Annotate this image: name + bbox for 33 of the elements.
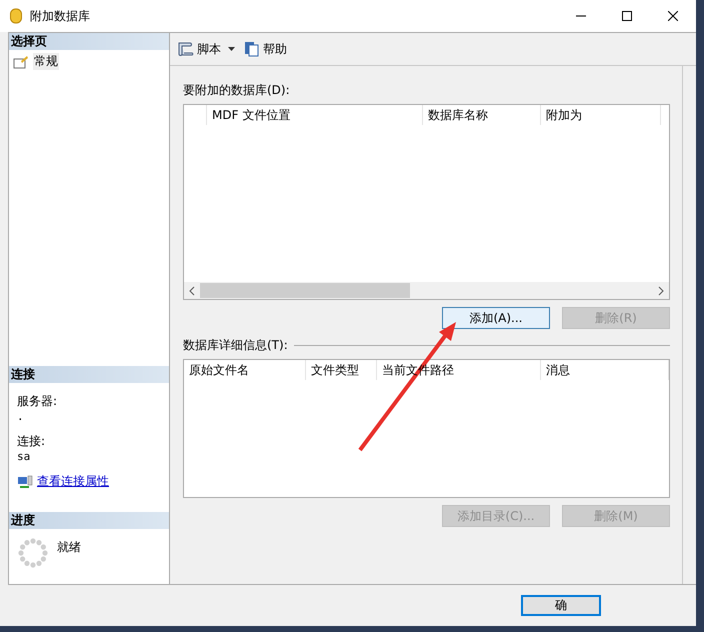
ok-button[interactable]: 确	[521, 595, 601, 616]
column-header[interactable]: 数据库名称	[423, 105, 541, 125]
scroll-icon	[176, 41, 194, 57]
page-item[interactable]: 常规	[33, 53, 59, 70]
spinner-icon	[17, 537, 49, 569]
maximize-icon[interactable]	[622, 11, 632, 21]
column-header[interactable]: 原始文件名	[184, 360, 306, 380]
toolbar-button[interactable]: 脚本	[197, 40, 221, 58]
group-label: 数据库详细信息(T):	[183, 337, 288, 354]
dialog-button[interactable]: 添加(A)...	[442, 307, 550, 329]
group-label: 要附加的数据库(D):	[183, 82, 290, 99]
column-header[interactable]: 文件类型	[306, 360, 377, 380]
horizontal-scrollbar[interactable]	[184, 282, 669, 299]
column-header[interactable]: 消息	[541, 360, 669, 380]
section-header: 进度	[9, 512, 169, 529]
status-text: 就绪	[57, 539, 81, 556]
column-header[interactable]: 附加为	[541, 105, 661, 125]
network-icon	[17, 474, 33, 488]
document-icon	[244, 41, 260, 57]
field-value: .	[17, 410, 24, 423]
field-value: sa	[17, 450, 30, 463]
close-icon[interactable]	[668, 11, 678, 21]
window-title: 附加数据库	[30, 8, 90, 24]
database-icon	[10, 8, 22, 24]
data-grid[interactable]: MDF 文件位置 数据库名称 附加为	[183, 104, 670, 300]
field-label: 服务器:	[17, 393, 58, 410]
section-header: 连接	[9, 366, 169, 383]
field-label: 连接:	[17, 433, 46, 450]
connection-properties-link[interactable]: 查看连接属性	[37, 473, 109, 490]
toolbar-button[interactable]: 帮助	[263, 40, 287, 58]
column-header[interactable]: MDF 文件位置	[207, 105, 423, 125]
section-header: 选择页	[9, 33, 169, 50]
properties-icon	[13, 54, 29, 68]
